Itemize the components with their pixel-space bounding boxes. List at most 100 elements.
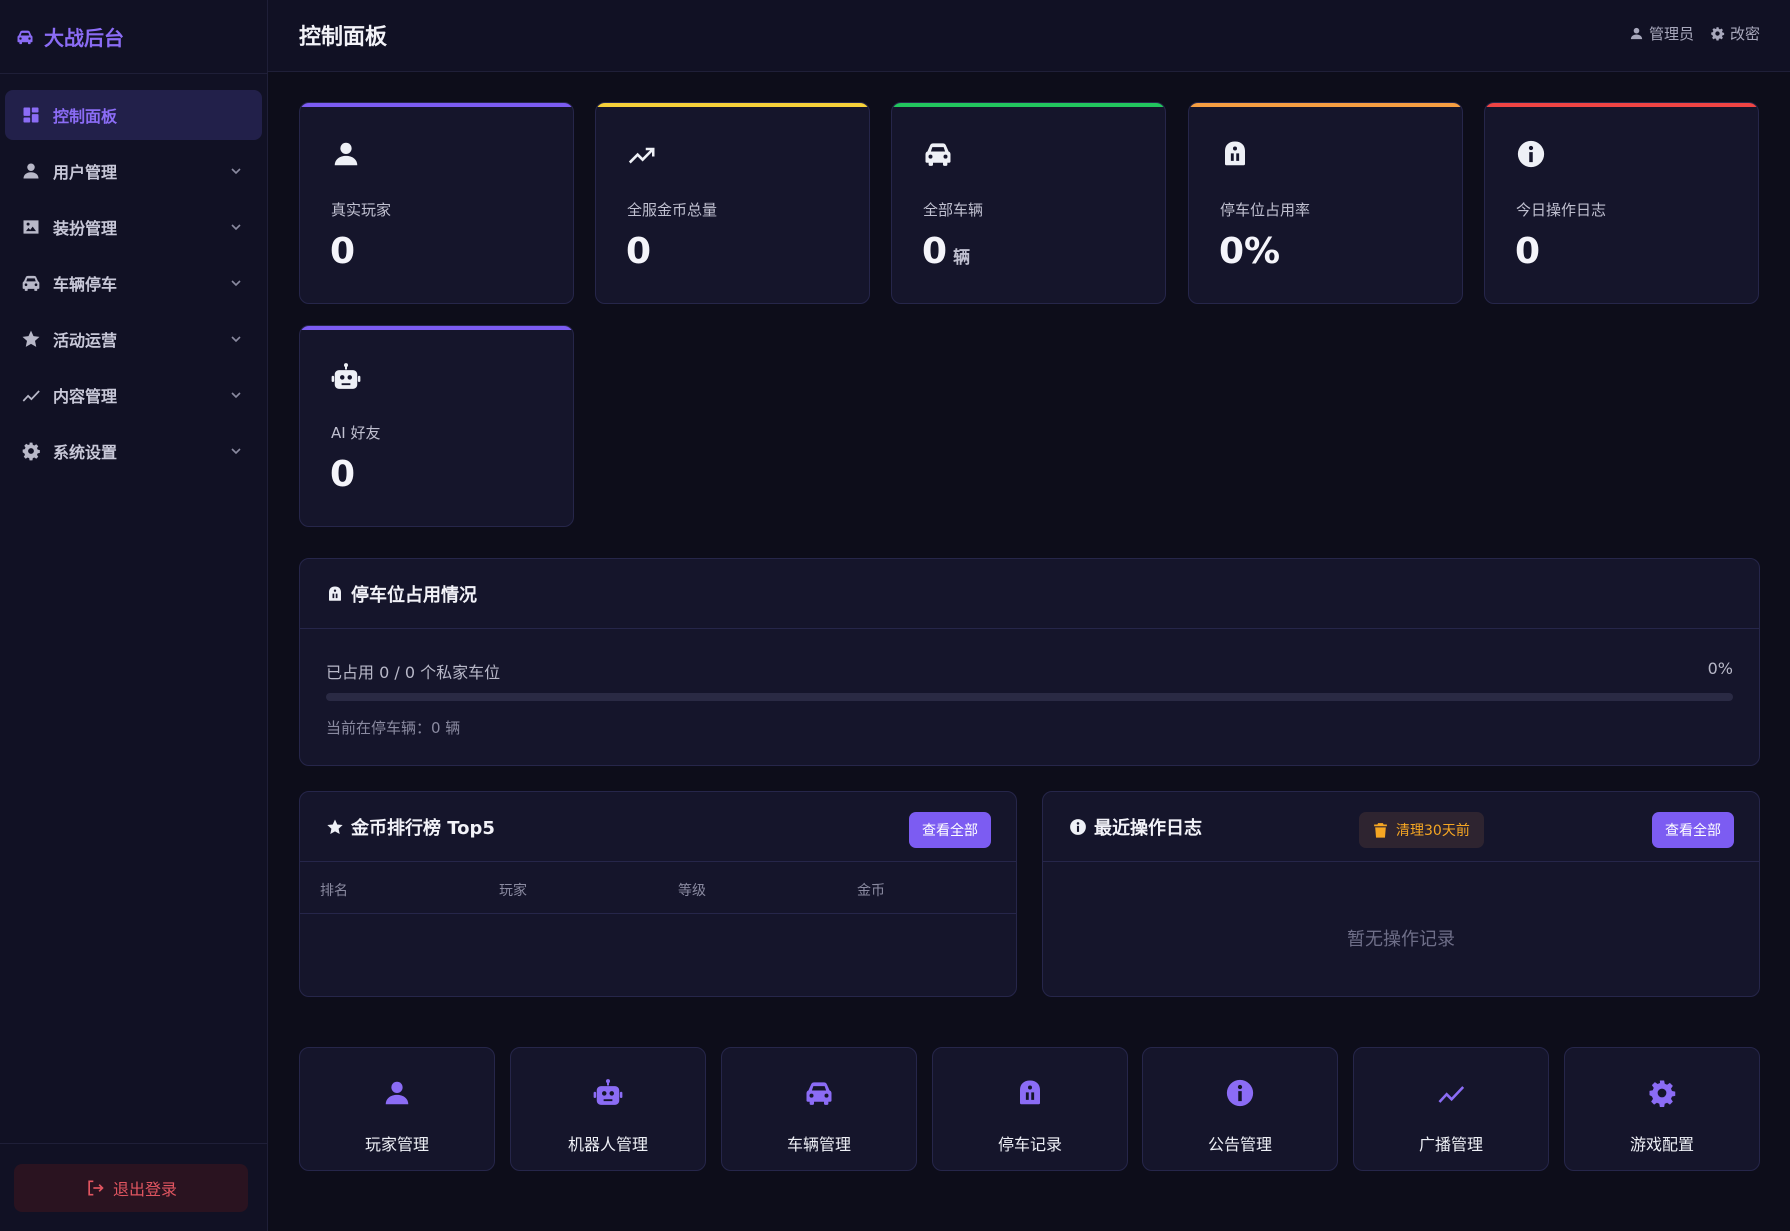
stat-card-parking-rate: 停车位占用率 0%	[1188, 102, 1463, 304]
clean-old-logs-button[interactable]: 清理30天前	[1359, 812, 1484, 848]
sidebar-item-dashboard[interactable]: 控制面板	[5, 90, 262, 140]
chevron-down-icon	[230, 165, 242, 177]
sidebar-item-users[interactable]: 用户管理	[5, 146, 262, 196]
sidebar-item-label: 用户管理	[53, 163, 118, 182]
chevron-down-icon	[230, 389, 242, 401]
quick-link-players[interactable]: 玩家管理	[299, 1047, 495, 1171]
chart-line-icon	[21, 385, 41, 405]
topbar: 控制面板 管理员 改密	[268, 0, 1790, 72]
stat-card-vehicles: 全部车辆 0辆	[891, 102, 1166, 304]
column-header-coins[interactable]: 金币	[857, 880, 885, 900]
user-icon	[382, 1078, 412, 1108]
column-header-rank[interactable]: 排名	[320, 880, 348, 900]
quick-link-label: 机器人管理	[567, 1135, 648, 1154]
parking-icon	[1015, 1078, 1045, 1108]
info-icon	[1225, 1078, 1255, 1108]
sidebar-item-label: 装扮管理	[53, 219, 118, 238]
gear-icon	[1647, 1078, 1677, 1108]
quick-link-announcements[interactable]: 公告管理	[1142, 1047, 1338, 1171]
logout-icon	[85, 1178, 105, 1198]
trend-up-icon	[627, 139, 657, 169]
sidebar-item-label: 内容管理	[53, 387, 118, 406]
gear-icon	[1710, 26, 1725, 41]
sidebar-item-outfits[interactable]: 装扮管理	[5, 202, 262, 252]
admin-label: 管理员	[1648, 25, 1694, 43]
chevron-down-icon	[230, 333, 242, 345]
logout-label: 退出登录	[112, 1180, 177, 1199]
stat-value: 0	[330, 454, 356, 495]
gear-icon	[21, 441, 41, 461]
quick-link-robots[interactable]: 机器人管理	[510, 1047, 706, 1171]
dashboard-icon	[21, 105, 41, 125]
panel-header: 金币排行榜 Top5 查看全部	[300, 792, 1016, 862]
stat-accent-bar	[1189, 103, 1462, 107]
stat-card-coins: 全服金币总量 0	[595, 102, 870, 304]
stat-card-players: 真实玩家 0	[299, 102, 574, 304]
sidebar-nav: 控制面板 用户管理 装扮管理 车辆停车 活动运营 内容管理 系统设置	[0, 74, 267, 498]
sidebar: 大战后台 控制面板 用户管理 装扮管理 车辆停车 活动运营 内容管理 系统设置 …	[0, 0, 268, 1231]
stat-value: 0	[1515, 231, 1541, 272]
brand[interactable]: 大战后台	[0, 0, 267, 74]
brand-name: 大战后台	[44, 26, 124, 50]
info-icon	[1516, 139, 1546, 169]
quick-link-label: 游戏配置	[1629, 1135, 1694, 1154]
stat-accent-bar	[596, 103, 869, 107]
stat-accent-bar	[300, 103, 573, 107]
stat-card-logs: 今日操作日志 0	[1484, 102, 1759, 304]
sidebar-item-vehicles[interactable]: 车辆停车	[5, 258, 262, 308]
page-title: 控制面板	[299, 25, 388, 50]
stat-value: 0	[626, 231, 652, 272]
column-header-player[interactable]: 玩家	[499, 880, 527, 900]
stat-value: 0辆	[922, 231, 971, 272]
leaderboard-table-header: 排名 玩家 等级 金币	[300, 862, 1016, 914]
chevron-down-icon	[230, 445, 242, 457]
stat-label: 今日操作日志	[1516, 201, 1607, 219]
trash-icon	[1373, 822, 1388, 839]
stat-unit: 辆	[953, 248, 971, 268]
quick-link-vehicles[interactable]: 车辆管理	[721, 1047, 917, 1171]
stat-label: 停车位占用率	[1220, 201, 1311, 219]
current-parked-text: 当前在停车辆：0 辆	[326, 719, 461, 737]
admin-menu[interactable]: 管理员	[1629, 23, 1694, 44]
quick-link-label: 停车记录	[997, 1135, 1062, 1154]
car-icon	[16, 28, 34, 46]
sidebar-item-label: 系统设置	[53, 443, 118, 462]
leaderboard-view-all-button[interactable]: 查看全部	[909, 812, 991, 848]
logs-view-all-button[interactable]: 查看全部	[1652, 812, 1734, 848]
logout-button[interactable]: 退出登录	[14, 1164, 248, 1212]
user-icon	[331, 139, 361, 169]
sidebar-item-label: 活动运营	[53, 331, 118, 350]
quick-link-label: 车辆管理	[786, 1135, 851, 1154]
quick-link-game-config[interactable]: 游戏配置	[1564, 1047, 1760, 1171]
occupancy-progress-bar	[326, 693, 1733, 701]
car-icon	[804, 1078, 834, 1108]
sidebar-item-events[interactable]: 活动运营	[5, 314, 262, 364]
parking-icon	[326, 585, 344, 603]
user-icon	[21, 161, 41, 181]
quick-link-broadcast[interactable]: 广播管理	[1353, 1047, 1549, 1171]
car-icon	[21, 273, 41, 293]
sidebar-item-settings[interactable]: 系统设置	[5, 426, 262, 476]
quick-link-label: 广播管理	[1418, 1135, 1483, 1154]
stat-value: 0	[330, 231, 356, 272]
quick-link-label: 玩家管理	[364, 1135, 429, 1154]
sidebar-item-label: 车辆停车	[53, 275, 118, 294]
stat-card-ai-friends: AI 好友 0	[299, 325, 574, 527]
sidebar-item-label: 控制面板	[53, 107, 118, 126]
stat-label: AI 好友	[331, 424, 381, 442]
change-password-link[interactable]: 改密	[1710, 23, 1760, 44]
quick-link-parking-records[interactable]: 停车记录	[932, 1047, 1128, 1171]
quick-link-label: 公告管理	[1207, 1135, 1272, 1154]
occupancy-text: 已占用 0 / 0 个私家车位	[326, 663, 501, 682]
stat-accent-bar	[300, 326, 573, 330]
column-header-level[interactable]: 等级	[678, 880, 706, 900]
stat-label: 全部车辆	[923, 201, 984, 219]
chevron-down-icon	[230, 221, 242, 233]
sidebar-item-content[interactable]: 内容管理	[5, 370, 262, 420]
star-icon	[21, 329, 41, 349]
parking-panel: 停车位占用情况 已占用 0 / 0 个私家车位 0% 当前在停车辆：0 辆	[299, 558, 1760, 766]
panel-title: 停车位占用情况	[326, 581, 477, 607]
chevron-down-icon	[230, 277, 242, 289]
panel-header: 最近操作日志 清理30天前 查看全部	[1043, 792, 1759, 862]
sidebar-footer: 退出登录	[0, 1143, 268, 1231]
